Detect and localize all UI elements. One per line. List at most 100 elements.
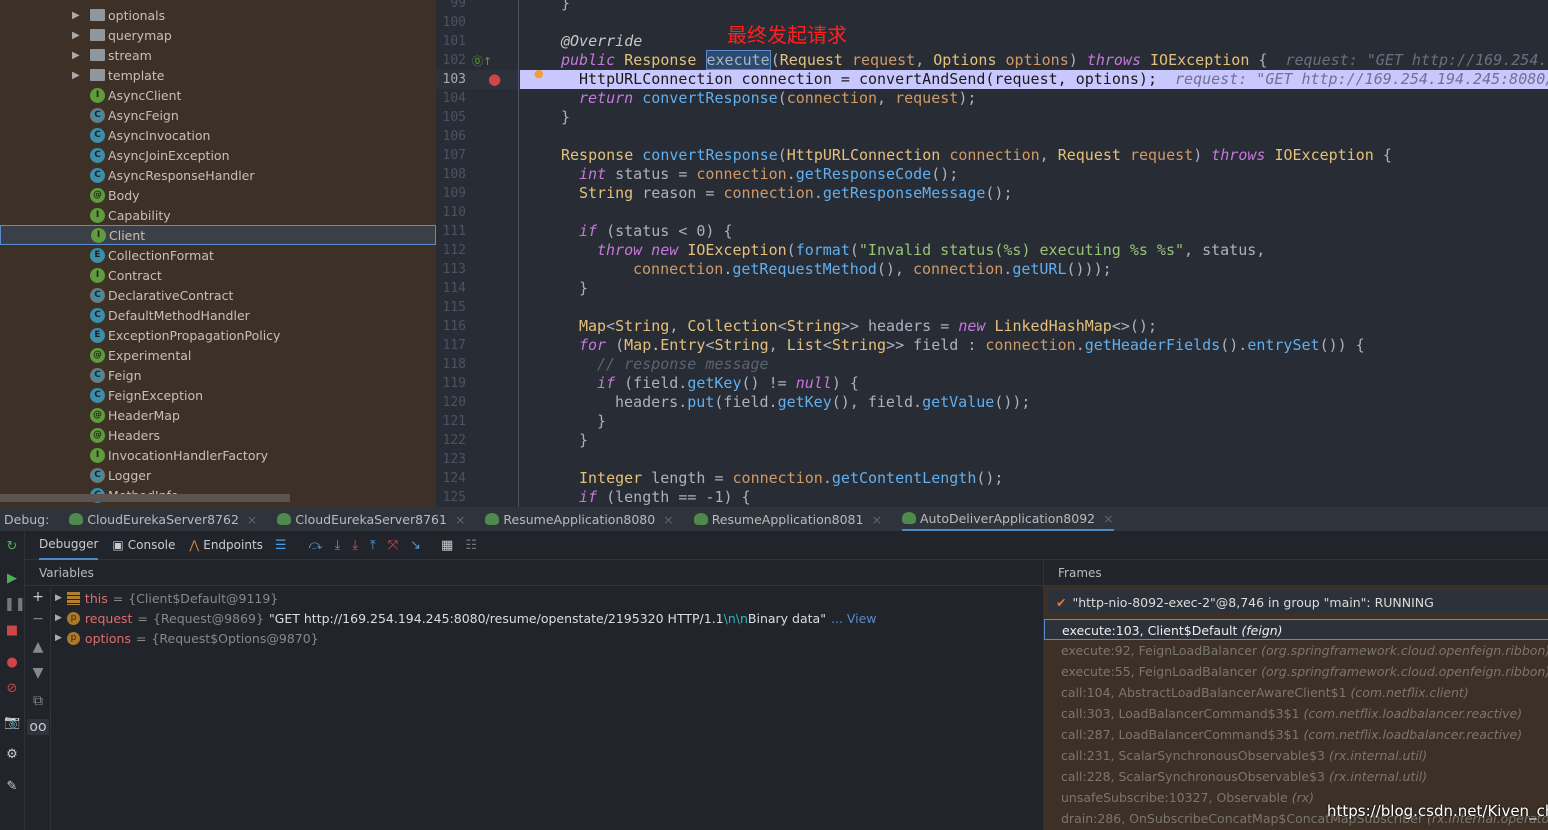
code-line[interactable]: }: [520, 412, 1548, 431]
code-line[interactable]: Map<String, Collection<String>> headers …: [520, 317, 1548, 336]
tree-item[interactable]: I Contract: [0, 265, 436, 285]
trace-icon[interactable]: ☷: [465, 538, 477, 553]
code-line[interactable]: }: [520, 0, 1548, 13]
view-link[interactable]: ... View: [831, 611, 877, 626]
breakpoint-icon[interactable]: ●: [488, 70, 501, 88]
tree-item[interactable]: @ Body: [0, 185, 436, 205]
stack-frame[interactable]: execute:55, FeignLoadBalancer (org.sprin…: [1044, 661, 1548, 682]
run-to-cursor-icon[interactable]: ↘: [410, 538, 421, 553]
expand-arrow-icon[interactable]: ▶: [55, 613, 62, 623]
tree-item[interactable]: @ HeaderMap: [0, 405, 436, 425]
code-line[interactable]: @Override: [520, 32, 1548, 51]
tree-item[interactable]: C AsyncResponseHandler: [0, 165, 436, 185]
step-into-icon[interactable]: ⤓: [334, 538, 340, 553]
code-line[interactable]: Response convertResponse(HttpURLConnecti…: [520, 146, 1548, 165]
code-line[interactable]: [520, 203, 1548, 222]
stack-frame[interactable]: call:228, ScalarSynchronousObservable$3 …: [1044, 766, 1548, 787]
close-icon[interactable]: ×: [1103, 511, 1113, 526]
close-icon[interactable]: ×: [871, 512, 881, 527]
tree-item[interactable]: I InvocationHandlerFactory: [0, 445, 436, 465]
thread-selector[interactable]: ✔ "http-nio-8092-exec-2"@8,746 in group …: [1048, 590, 1548, 614]
expand-arrow-icon[interactable]: ▶: [55, 593, 62, 603]
code-line[interactable]: [520, 13, 1548, 32]
variable-row[interactable]: ▶ p options = {Request$Options@9870}: [55, 628, 319, 648]
debug-session-tab[interactable]: ResumeApplication8080 ×: [485, 507, 674, 531]
view-breakpoints-icon[interactable]: ●: [4, 655, 20, 671]
evaluate-expression-icon[interactable]: ▦: [441, 538, 453, 553]
code-line[interactable]: if (status < 0) {: [520, 222, 1548, 241]
stack-frame[interactable]: call:287, LoadBalancerCommand$3$1 (com.n…: [1044, 724, 1548, 745]
code-line[interactable]: }: [520, 108, 1548, 127]
tree-item[interactable]: I Client: [0, 225, 436, 245]
tree-item[interactable]: I AsyncClient: [0, 85, 436, 105]
tree-item[interactable]: ▶ stream: [0, 45, 436, 65]
stack-frame[interactable]: execute:103, Client$Default (feign): [1044, 619, 1548, 640]
tree-item[interactable]: C AsyncInvocation: [0, 125, 436, 145]
debug-session-tab[interactable]: ResumeApplication8081 ×: [693, 507, 882, 531]
tree-item[interactable]: ▶ optionals: [0, 5, 436, 25]
code-line[interactable]: public Response execute(Request request,…: [520, 50, 1548, 70]
code-line[interactable]: return convertResponse(connection, reque…: [520, 89, 1548, 108]
tree-item[interactable]: @ Headers: [0, 425, 436, 445]
tree-item[interactable]: @ Experimental: [0, 345, 436, 365]
duplicate-icon[interactable]: ⧉: [30, 693, 46, 709]
variable-row[interactable]: ▶ this = {Client$Default@9119}: [55, 588, 278, 608]
debug-session-tab[interactable]: AutoDeliverApplication8092 ×: [901, 507, 1114, 531]
pause-icon[interactable]: ❚❚: [4, 597, 26, 613]
code-line[interactable]: }: [520, 431, 1548, 450]
stack-frame[interactable]: call:303, LoadBalancerCommand$3$1 (com.n…: [1044, 703, 1548, 724]
rerun-icon[interactable]: ↻: [4, 539, 20, 555]
code-line[interactable]: connection.getRequestMethod(), connectio…: [520, 260, 1548, 279]
tree-item[interactable]: C DeclarativeContract: [0, 285, 436, 305]
code-line[interactable]: [520, 298, 1548, 317]
code-line[interactable]: Integer length = connection.getContentLe…: [520, 469, 1548, 488]
step-out-icon[interactable]: ⤒: [370, 538, 376, 553]
tree-item[interactable]: C FeignException: [0, 385, 436, 405]
expand-arrow-icon[interactable]: ▶: [72, 10, 80, 21]
tree-item[interactable]: ▶ template: [0, 65, 436, 85]
code-line[interactable]: headers.put(field.getKey(), field.getVal…: [520, 393, 1548, 412]
watches-glasses-icon[interactable]: oo: [27, 719, 49, 735]
tree-horizontal-scrollbar[interactable]: [0, 494, 290, 502]
step-over-icon[interactable]: ⤼: [309, 538, 323, 553]
add-watch-icon[interactable]: +: [30, 589, 46, 605]
resume-icon[interactable]: ▶: [4, 571, 20, 587]
expand-arrow-icon[interactable]: ▶: [72, 70, 80, 81]
expand-arrow-icon[interactable]: ▶: [72, 30, 80, 41]
code-line[interactable]: String reason = connection.getResponseMe…: [520, 184, 1548, 203]
mute-breakpoints-icon[interactable]: ⊘: [4, 681, 20, 697]
settings-icon[interactable]: ⚙: [4, 747, 20, 763]
code-line[interactable]: throw new IOException(format("Invalid st…: [520, 241, 1548, 260]
tree-item[interactable]: C DefaultMethodHandler: [0, 305, 436, 325]
expand-arrow-icon[interactable]: ▶: [72, 50, 80, 61]
stop-icon[interactable]: ■: [4, 623, 20, 639]
tab-endpoints[interactable]: ⋀ Endpoints: [189, 531, 263, 560]
tree-item[interactable]: C AsyncJoinException: [0, 145, 436, 165]
close-icon[interactable]: ×: [455, 512, 465, 527]
tree-item[interactable]: ▶ querymap: [0, 25, 436, 45]
tree-item[interactable]: C AsyncFeign: [0, 105, 436, 125]
override-marker-icon[interactable]: ⓪↑: [472, 53, 492, 69]
debug-session-tab[interactable]: CloudEurekaServer8762 ×: [69, 507, 257, 531]
tab-debugger[interactable]: Debugger: [39, 531, 99, 560]
close-icon[interactable]: ×: [247, 512, 257, 527]
code-line[interactable]: if (field.getKey() != null) {: [520, 374, 1548, 393]
variable-row[interactable]: ▶ p request = {Request@9869} "GET http://169.…: [55, 608, 877, 628]
show-execution-point-icon[interactable]: ☰: [275, 538, 287, 553]
debug-session-tab[interactable]: CloudEurekaServer8761 ×: [277, 507, 465, 531]
drop-frame-icon[interactable]: ⤧: [388, 538, 398, 553]
close-icon[interactable]: ×: [663, 512, 673, 527]
tab-console[interactable]: ▣ Console: [112, 531, 175, 560]
code-line[interactable]: if (length == -1) {: [520, 488, 1548, 507]
camera-icon[interactable]: 📷: [4, 715, 20, 731]
code-line[interactable]: // response message: [520, 355, 1548, 374]
code-line[interactable]: [520, 127, 1548, 146]
tree-item[interactable]: C Logger: [0, 465, 436, 485]
code-line[interactable]: int status = connection.getResponseCode(…: [520, 165, 1548, 184]
intention-bulb-icon[interactable]: ●: [534, 67, 544, 80]
tree-item[interactable]: I Capability: [0, 205, 436, 225]
expand-arrow-icon[interactable]: ▶: [55, 633, 62, 643]
stack-frame[interactable]: call:104, AbstractLoadBalancerAwareClien…: [1044, 682, 1548, 703]
code-line[interactable]: HttpURLConnection connection = convertAn…: [520, 70, 1548, 89]
tree-item[interactable]: E ExceptionPropagationPolicy: [0, 325, 436, 345]
